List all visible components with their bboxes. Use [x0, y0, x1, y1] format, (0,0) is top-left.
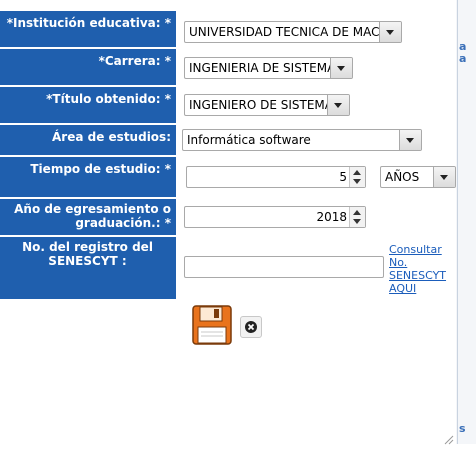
- tiempo-stepper[interactable]: 5: [186, 166, 366, 188]
- titulo-select[interactable]: INGENIERO DE SISTEMA: [184, 94, 350, 116]
- chevron-down-icon[interactable]: [379, 22, 401, 42]
- tiempo-unit-value: AÑOS: [385, 170, 420, 184]
- spin-down-icon[interactable]: [350, 217, 365, 227]
- cancel-button[interactable]: [240, 316, 262, 338]
- edge-text: s: [459, 422, 466, 435]
- dialog-border: [457, 0, 458, 444]
- chevron-down-icon[interactable]: [433, 167, 455, 187]
- consultar-senescyt-link[interactable]: Consultar No. SENESCYT AQUI: [389, 243, 453, 295]
- background-page-edge: [456, 0, 476, 444]
- carrera-value: INGENIERIA DE SISTEMA: [189, 61, 336, 75]
- institucion-label: *Institución educativa: *: [0, 11, 176, 47]
- floppy-disk-icon[interactable]: [192, 305, 232, 345]
- carrera-select[interactable]: INGENIERIA DE SISTEMA: [184, 57, 353, 79]
- area-value: Informática software: [187, 133, 311, 147]
- carrera-label: *Carrera: *: [0, 49, 176, 85]
- spinner[interactable]: [349, 207, 365, 227]
- chevron-down-icon[interactable]: [327, 95, 349, 115]
- edge-text: a: [459, 52, 467, 65]
- spinner[interactable]: [349, 167, 365, 187]
- tiempo-label: Tiempo de estudio: *: [0, 157, 176, 197]
- spin-up-icon[interactable]: [350, 207, 365, 217]
- resize-grip-icon[interactable]: [444, 430, 454, 445]
- senescyt-label: No. del registro del SENESCYT :: [0, 237, 176, 299]
- tiempo-unit-select[interactable]: AÑOS: [380, 166, 456, 188]
- tiempo-value: 5: [339, 170, 347, 184]
- anio-value: 2018: [316, 210, 347, 224]
- spin-up-icon[interactable]: [350, 167, 365, 177]
- titulo-value: INGENIERO DE SISTEMA: [189, 98, 333, 112]
- anio-label: Año de egresamiento o graduación.: *: [0, 199, 176, 235]
- institucion-select[interactable]: UNIVERSIDAD TECNICA DE MACH: [184, 21, 402, 43]
- titulo-label: *Título obtenido: *: [0, 87, 176, 123]
- institucion-value: UNIVERSIDAD TECNICA DE MACH: [189, 25, 389, 39]
- chevron-down-icon[interactable]: [399, 130, 421, 150]
- area-label: Área de estudios:: [0, 125, 176, 155]
- spin-down-icon[interactable]: [350, 177, 365, 187]
- area-select[interactable]: Informática software: [182, 129, 422, 151]
- senescyt-input[interactable]: [184, 256, 384, 278]
- chevron-down-icon[interactable]: [330, 58, 352, 78]
- anio-stepper[interactable]: 2018: [184, 206, 366, 228]
- close-icon: [245, 321, 257, 333]
